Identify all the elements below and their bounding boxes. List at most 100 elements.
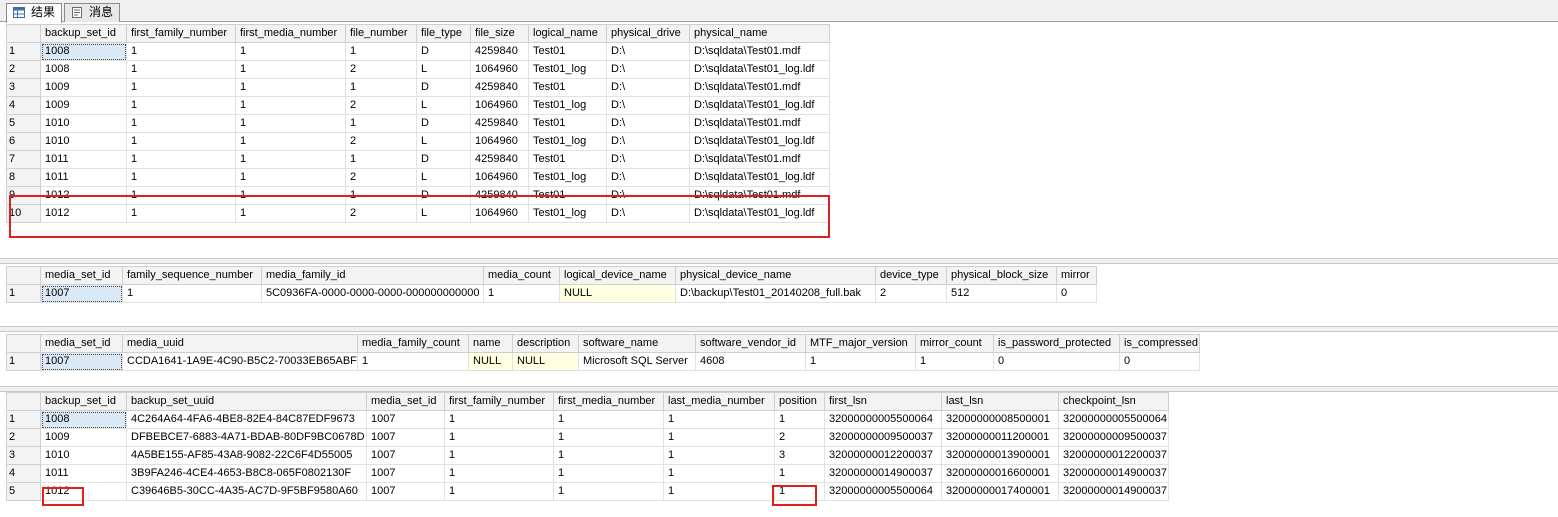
row-number[interactable]: 6 [6,132,41,151]
cell-first-media-number[interactable]: 1 [235,96,346,115]
column-header-media-family-count[interactable]: media_family_count [357,334,469,353]
cell-first-lsn[interactable]: 32000000005500064 [824,410,942,429]
column-header-backup-set-id[interactable]: backup_set_id [40,392,127,411]
cell-backup-set-id[interactable]: 1008 [40,410,127,429]
cell-first-family-number[interactable]: 1 [126,168,236,187]
cell-file-number[interactable]: 1 [345,150,417,169]
cell-physical-drive[interactable]: D:\ [606,168,690,187]
cell-file-type[interactable]: D [416,114,471,133]
table-row[interactable]: 1 1008 4C264A64-4FA6-4BE8-82E4-84C87EDF967… [6,410,1169,429]
cell-first-lsn[interactable]: 32000000012200037 [824,446,942,465]
row-number[interactable]: 1 [6,42,41,61]
cell-name[interactable]: NULL [468,352,513,371]
cell-position[interactable]: 1 [774,464,825,483]
cell-is-password-protected[interactable]: 0 [993,352,1120,371]
table-row[interactable]: 1 1007 1 5C0936FA-0000-0000-0000-0000000000… [6,284,1097,303]
pane-splitter[interactable] [0,326,1558,332]
cell-backup-set-id[interactable]: 1010 [40,446,127,465]
cell-checkpoint-lsn[interactable]: 32000000014900037 [1058,464,1169,483]
cell-physical-drive[interactable]: D:\ [606,42,690,61]
column-header-name[interactable]: name [468,334,513,353]
cell-first-lsn[interactable]: 32000000005500064 [824,482,942,501]
cell-backup-set-id[interactable]: 1010 [40,132,127,151]
cell-file-type[interactable]: L [416,132,471,151]
cell-logical-name[interactable]: Test01_log [528,60,607,79]
cell-media-set-id[interactable]: 1007 [40,284,123,303]
grid-corner-header[interactable] [6,334,41,353]
cell-backup-set-id[interactable]: 1009 [40,96,127,115]
cell-file-size[interactable]: 4259840 [470,150,529,169]
cell-first-media-number[interactable]: 1 [235,186,346,205]
column-header-file-number[interactable]: file_number [345,24,417,43]
cell-backup-set-id[interactable]: 1012 [40,204,127,223]
grid-corner-header[interactable] [6,266,41,285]
tab-results[interactable]: 结果 [6,3,62,23]
cell-physical-name[interactable]: D:\sqldata\Test01_log.ldf [689,96,830,115]
cell-first-family-number[interactable]: 1 [126,60,236,79]
cell-last-lsn[interactable]: 32000000013900001 [941,446,1059,465]
cell-family-sequence-number[interactable]: 1 [122,284,262,303]
cell-file-type[interactable]: D [416,78,471,97]
result-grid-backupfile[interactable]: backup_set_id first_family_number first_me… [6,24,1558,258]
cell-physical-drive[interactable]: D:\ [606,78,690,97]
column-header-media-set-id[interactable]: media_set_id [366,392,445,411]
column-header-first-family-number[interactable]: first_family_number [444,392,554,411]
cell-physical-name[interactable]: D:\sqldata\Test01.mdf [689,186,830,205]
column-header-mtf-major-version[interactable]: MTF_major_version [805,334,916,353]
row-number[interactable]: 3 [6,78,41,97]
table-row[interactable]: 2 1008 1 1 2 L 1064960 Test01_log D:\ D:\sqldata\… [6,60,830,79]
cell-physical-block-size[interactable]: 512 [946,284,1057,303]
cell-file-type[interactable]: D [416,186,471,205]
cell-first-media-number[interactable]: 1 [235,150,346,169]
cell-logical-device-name[interactable]: NULL [559,284,676,303]
cell-first-media-number[interactable]: 1 [235,168,346,187]
table-row[interactable]: 4 1011 3B9FA246-4CE4-4653-B8C8-065F0802130… [6,464,1169,483]
table-row[interactable]: 9 1012 1 1 1 D 4259840 Test01 D:\ D:\sqldata\Test… [6,186,830,205]
cell-file-type[interactable]: D [416,42,471,61]
cell-file-type[interactable]: L [416,204,471,223]
column-header-physical-device-name[interactable]: physical_device_name [675,266,876,285]
cell-last-lsn[interactable]: 32000000011200001 [941,428,1059,447]
table-row[interactable]: 3 1009 1 1 1 D 4259840 Test01 D:\ D:\sqldata\Test… [6,78,830,97]
cell-first-media-number[interactable]: 1 [235,42,346,61]
table-row[interactable]: 8 1011 1 1 2 L 1064960 Test01_log D:\ D:\sqldata\… [6,168,830,187]
cell-last-lsn[interactable]: 32000000016600001 [941,464,1059,483]
table-row[interactable]: 2 1009 DFBEBCE7-6883-4A71-BDAB-80DF9BC0678… [6,428,1169,447]
cell-mtf-major-version[interactable]: 1 [805,352,916,371]
cell-backup-set-uuid[interactable]: 4C264A64-4FA6-4BE8-82E4-84C87EDF9673 [126,410,367,429]
cell-first-family-number[interactable]: 1 [126,132,236,151]
cell-first-family-number[interactable]: 1 [126,186,236,205]
cell-media-family-count[interactable]: 1 [357,352,469,371]
cell-is-compressed[interactable]: 0 [1119,352,1200,371]
row-number[interactable]: 3 [6,446,41,465]
cell-first-media-number[interactable]: 1 [235,78,346,97]
cell-file-size[interactable]: 1064960 [470,132,529,151]
cell-logical-name[interactable]: Test01_log [528,132,607,151]
column-header-position[interactable]: position [774,392,825,411]
cell-physical-name[interactable]: D:\sqldata\Test01.mdf [689,150,830,169]
cell-media-set-id[interactable]: 1007 [366,482,445,501]
cell-logical-name[interactable]: Test01 [528,186,607,205]
cell-file-number[interactable]: 2 [345,132,417,151]
row-number[interactable]: 4 [6,96,41,115]
cell-file-number[interactable]: 2 [345,168,417,187]
column-header-media-uuid[interactable]: media_uuid [122,334,358,353]
cell-position[interactable]: 1 [774,482,825,501]
cell-file-size[interactable]: 4259840 [470,186,529,205]
cell-checkpoint-lsn[interactable]: 32000000009500037 [1058,428,1169,447]
cell-first-media-number[interactable]: 1 [553,482,664,501]
table-row[interactable]: 7 1011 1 1 1 D 4259840 Test01 D:\ D:\sqldata\Test… [6,150,830,169]
table-row[interactable]: 10 1012 1 1 2 L 1064960 Test01_log D:\ D:\sqldata… [6,204,830,223]
column-header-last-media-number[interactable]: last_media_number [663,392,775,411]
cell-first-family-number[interactable]: 1 [126,42,236,61]
cell-file-type[interactable]: L [416,60,471,79]
cell-first-family-number[interactable]: 1 [444,428,554,447]
cell-backup-set-id[interactable]: 1009 [40,78,127,97]
cell-backup-set-id[interactable]: 1008 [40,60,127,79]
cell-media-set-id[interactable]: 1007 [366,428,445,447]
cell-mirror[interactable]: 0 [1056,284,1097,303]
cell-media-set-id[interactable]: 1007 [40,352,123,371]
cell-first-family-number[interactable]: 1 [444,482,554,501]
cell-description[interactable]: NULL [512,352,579,371]
column-header-media-family-id[interactable]: media_family_id [261,266,484,285]
